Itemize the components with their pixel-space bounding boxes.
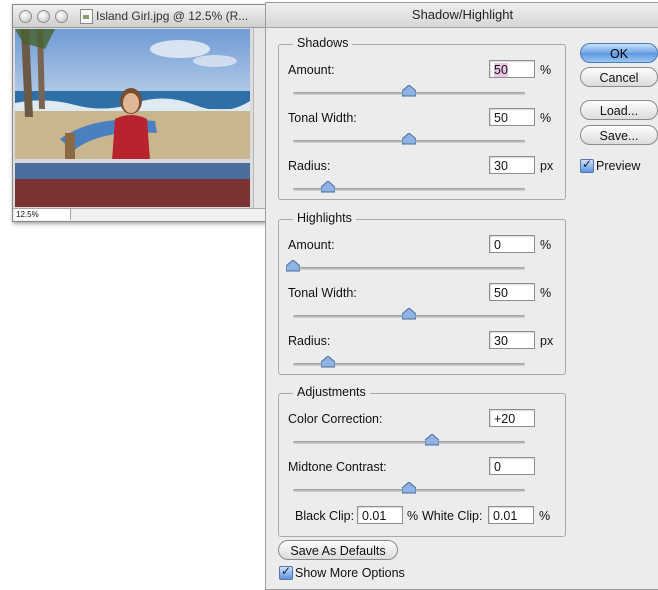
beach-photo (15, 29, 250, 207)
image-window-titlebar[interactable]: Island Girl.jpg @ 12.5% (R... (13, 5, 266, 28)
shadows-radius-slider[interactable] (320, 181, 335, 193)
white-clip-field[interactable]: 0.01 (488, 506, 534, 524)
save-button[interactable]: Save... (580, 125, 658, 145)
adjustments-group: Adjustments Color Correction: +20 Midton… (278, 385, 566, 537)
shadows-amount-unit: % (540, 63, 552, 77)
color-correction-field[interactable]: +20 (489, 409, 535, 427)
shadows-radius-label: Radius: (288, 159, 331, 173)
image-window-title: Island Girl.jpg @ 12.5% (R... (96, 9, 249, 23)
shadows-amount-field[interactable]: 50 (489, 60, 535, 78)
shadows-radius-unit: px (540, 159, 554, 173)
shadows-tonal-slider[interactable] (402, 133, 416, 145)
highlights-tonal-slider[interactable] (402, 308, 416, 320)
shadows-amount-label: Amount: (288, 63, 335, 77)
highlights-tonal-unit: % (540, 286, 552, 300)
highlights-amount-track[interactable] (293, 267, 525, 270)
image-window[interactable]: Island Girl.jpg @ 12.5% (R... 12.5% (12, 4, 267, 222)
midtone-contrast-slider[interactable] (402, 482, 416, 494)
show-more-options-label: Show More Options (295, 566, 405, 580)
show-more-options-checkbox[interactable] (279, 564, 293, 580)
shadows-tonal-field[interactable]: 50 (489, 108, 535, 126)
highlights-radius-slider[interactable] (320, 356, 335, 368)
black-clip-unit: % (407, 509, 419, 523)
color-correction-label: Color Correction: (288, 412, 383, 426)
shadows-tonal-label: Tonal Width: (288, 111, 357, 125)
highlights-amount-slider[interactable] (286, 260, 300, 272)
highlights-amount-label: Amount: (288, 238, 335, 252)
highlights-tonal-label: Tonal Width: (288, 286, 357, 300)
dialog-title: Shadow/Highlight (411, 7, 514, 22)
zoom-button[interactable] (55, 10, 68, 23)
shadows-group-title: Shadows (293, 36, 353, 50)
close-button[interactable] (19, 10, 32, 23)
save-as-defaults-button[interactable]: Save As Defaults (278, 540, 398, 560)
cancel-button[interactable]: Cancel (580, 67, 658, 87)
dialog-titlebar[interactable]: Shadow/Highlight (266, 3, 658, 28)
shadow-highlight-dialog: Shadow/Highlight Shadows Amount: 50 % To… (265, 2, 658, 590)
highlights-group-title: Highlights (293, 211, 356, 225)
highlights-radius-unit: px (540, 334, 554, 348)
highlights-group: Highlights Amount: 0 % Tonal Width: 50 %… (278, 211, 566, 375)
status-bar: 12.5% (13, 208, 266, 221)
document-icon (80, 9, 93, 24)
highlights-amount-unit: % (540, 238, 552, 252)
color-correction-slider[interactable] (425, 434, 440, 446)
highlights-radius-label: Radius: (288, 334, 331, 348)
shadows-group: Shadows Amount: 50 % Tonal Width: 50 % R… (278, 36, 566, 200)
highlights-amount-field[interactable]: 0 (489, 235, 535, 253)
black-clip-field[interactable]: 0.01 (357, 506, 403, 524)
shadows-tonal-unit: % (540, 111, 552, 125)
shadows-amount-slider[interactable] (402, 85, 416, 97)
shadows-radius-field[interactable]: 30 (489, 156, 535, 174)
color-correction-track[interactable] (293, 441, 525, 444)
white-clip-label: White Clip: (422, 509, 483, 523)
ok-button[interactable]: OK (580, 43, 658, 63)
white-clip-unit: % (539, 509, 551, 523)
photo-canvas[interactable] (15, 29, 250, 207)
zoom-level-field[interactable]: 12.5% (15, 209, 71, 220)
load-button[interactable]: Load... (580, 100, 658, 120)
preview-label: Preview (596, 159, 641, 173)
midtone-contrast-field[interactable]: 0 (489, 457, 535, 475)
adjustments-group-title: Adjustments (293, 385, 370, 399)
highlights-tonal-field[interactable]: 50 (489, 283, 535, 301)
highlights-radius-field[interactable]: 30 (489, 331, 535, 349)
preview-checkbox[interactable] (580, 157, 594, 173)
black-clip-label: Black Clip: (295, 509, 355, 523)
midtone-contrast-label: Midtone Contrast: (288, 460, 387, 474)
minimize-button[interactable] (37, 10, 50, 23)
